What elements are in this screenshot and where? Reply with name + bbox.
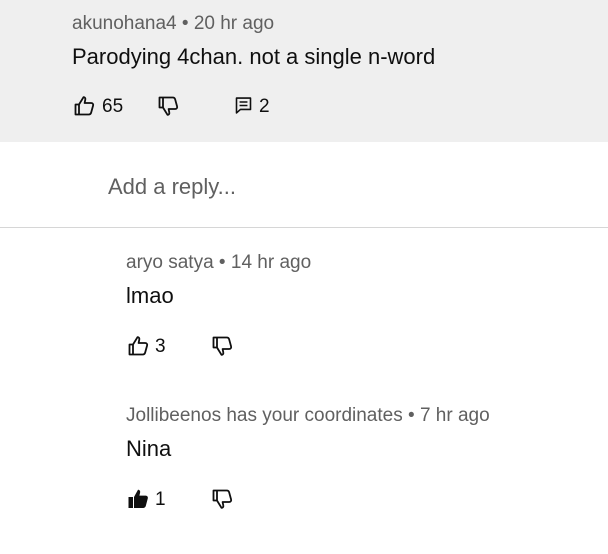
reply-box bbox=[0, 142, 608, 228]
thumb-up-icon[interactable] bbox=[72, 94, 96, 118]
reply-text: lmao bbox=[126, 283, 174, 308]
reply-count[interactable]: 2 bbox=[259, 96, 270, 118]
comment-icon[interactable] bbox=[233, 95, 254, 116]
like-count: 1 bbox=[155, 489, 166, 510]
thumb-up-filled-icon[interactable] bbox=[126, 487, 150, 511]
comment-text: Parodying 4chan. not a single n-word bbox=[72, 44, 436, 69]
comment-author[interactable]: akunohana4 bbox=[72, 13, 177, 34]
comment-time[interactable]: 20 hr ago bbox=[194, 13, 274, 34]
reply-author[interactable]: aryo satya bbox=[126, 252, 214, 273]
parent-comment: akunohana4 • 20 hr ago Parodying 4chan. … bbox=[0, 0, 608, 142]
meta-separator: • bbox=[176, 13, 194, 34]
reply-author[interactable]: Jollibeenos has your coordinates bbox=[126, 405, 403, 426]
meta-separator: • bbox=[402, 405, 420, 426]
comment-meta: akunohana4 • 20 hr ago bbox=[72, 13, 274, 35]
thumb-down-icon[interactable] bbox=[156, 94, 180, 118]
reply-meta: aryo satya • 14 hr ago bbox=[126, 252, 311, 274]
reply-time[interactable]: 7 hr ago bbox=[420, 405, 490, 426]
thumb-up-icon[interactable] bbox=[126, 334, 150, 358]
thumb-down-icon[interactable] bbox=[210, 487, 234, 511]
like-count: 65 bbox=[102, 96, 124, 117]
reply-text: Nina bbox=[126, 436, 172, 461]
reply-input[interactable] bbox=[108, 172, 568, 202]
reply-time[interactable]: 14 hr ago bbox=[231, 252, 311, 273]
thumb-down-icon[interactable] bbox=[210, 334, 234, 358]
like-count: 3 bbox=[155, 336, 166, 357]
reply-meta: Jollibeenos has your coordinates • 7 hr … bbox=[126, 405, 490, 427]
meta-separator: • bbox=[213, 252, 231, 273]
